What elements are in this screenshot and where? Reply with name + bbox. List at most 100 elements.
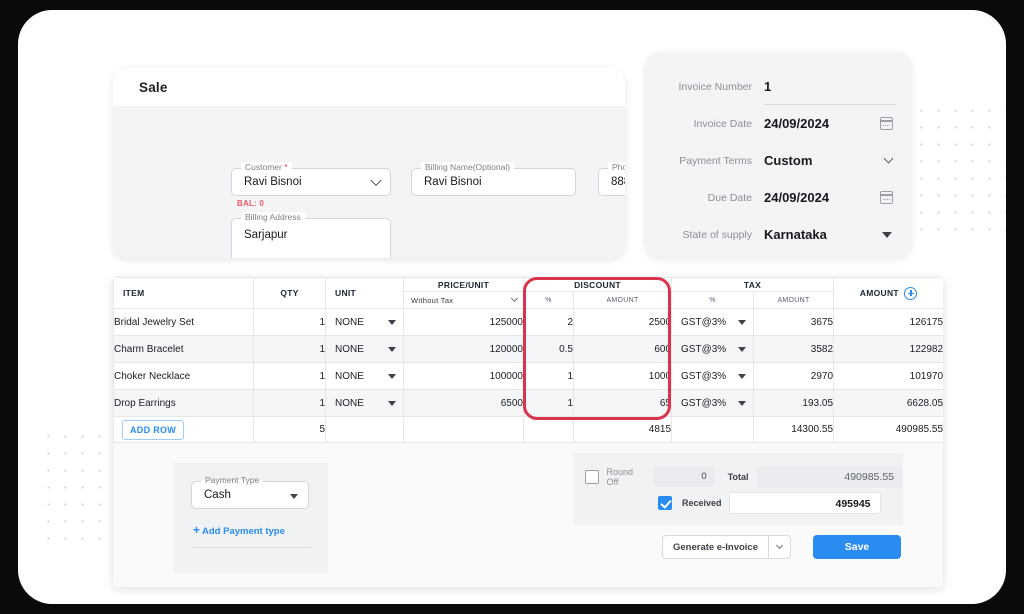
items-table-card: ITEM QTY UNIT PRICE/UNIT DISCOUNT TAX AM… (113, 277, 943, 587)
payment-type-label: Payment Type (201, 475, 264, 485)
triangle-down-icon[interactable] (738, 319, 747, 325)
received-row: Received 495945 (573, 491, 903, 515)
col-price-unit: PRICE/UNIT (403, 277, 524, 292)
cell-price[interactable]: 6500 (403, 389, 524, 417)
save-button[interactable]: Save (813, 535, 901, 559)
totals-unit-spacer (325, 416, 404, 443)
decorative-dot-grid-right (913, 102, 1006, 238)
cell-tax-amount: 3675 (753, 308, 835, 336)
invoice-number-label: Invoice Number (678, 80, 752, 93)
received-value-input[interactable]: 495945 (728, 492, 881, 514)
chevron-down-icon[interactable] (370, 174, 382, 187)
table-row[interactable]: Drop Earrings 1 NONE 6500 1 65 GST@3% 19… (113, 389, 943, 417)
round-off-input[interactable]: 0 (653, 467, 714, 487)
received-checkbox[interactable] (658, 496, 672, 510)
price-mode-select[interactable]: Without Tax (403, 291, 524, 309)
chevron-down-icon[interactable] (883, 153, 894, 164)
cell-price[interactable]: 100000 (403, 362, 524, 390)
cell-price[interactable]: 125000 (403, 308, 524, 336)
state-of-supply-select[interactable]: Karnataka (764, 216, 895, 253)
triangle-down-icon[interactable] (738, 373, 747, 379)
cell-unit[interactable]: NONE (325, 308, 404, 336)
generate-einvoice-dropdown[interactable] (769, 541, 790, 550)
calendar-icon[interactable] (879, 191, 894, 204)
triangle-down-icon[interactable] (388, 400, 396, 406)
cell-discount-amount[interactable]: 65 (572, 389, 673, 417)
cell-qty[interactable]: 1 (253, 308, 326, 336)
generate-einvoice-button[interactable]: Generate e-Invoice (661, 535, 791, 559)
cell-discount-pct[interactable]: 1 (523, 362, 574, 390)
billing-name-value: Ravi Bisnoi (424, 176, 482, 188)
due-date-label: Due Date (707, 191, 752, 204)
cell-item[interactable]: Bridal Jewelry Set (113, 308, 254, 336)
invoice-date-value: 24/09/2024 (764, 116, 830, 131)
cell-item[interactable]: Charm Bracelet (113, 335, 254, 363)
col-qty: QTY (253, 277, 326, 309)
cell-qty[interactable]: 1 (253, 335, 326, 363)
cell-discount-amount[interactable]: 2500 (572, 308, 673, 336)
payment-terms-row: Payment Terms Custom (656, 142, 895, 179)
cell-discount-amount[interactable]: 600 (572, 335, 673, 363)
calendar-icon[interactable] (879, 117, 894, 130)
invoice-details-card: Invoice Number 1 Invoice Date 24/09/2024… (646, 52, 911, 257)
customer-field[interactable]: Customer * Ravi Bisnoi (231, 162, 391, 196)
triangle-down-icon[interactable] (388, 319, 396, 325)
payment-type-select[interactable]: Payment Type Cash (191, 475, 309, 509)
cell-discount-pct[interactable]: 0.5 (523, 335, 574, 363)
col-amount: AMOUNT (833, 277, 943, 309)
add-payment-type-button[interactable]: + Add Payment type (193, 523, 285, 537)
total-qty: 5 (253, 416, 326, 443)
state-of-supply-label: State of supply (682, 228, 752, 241)
chevron-down-icon[interactable] (510, 294, 519, 302)
add-row-button[interactable]: ADD ROW (122, 419, 185, 440)
cell-tax-value: GST@3% (681, 343, 727, 355)
table-row[interactable]: Choker Necklace 1 NONE 100000 1 1000 GST… (113, 362, 943, 390)
cell-discount-pct[interactable]: 2 (523, 308, 574, 336)
cell-unit-value: NONE (335, 343, 364, 355)
billing-address-field[interactable]: Billing Address Sarjapur (231, 212, 391, 258)
cell-tax[interactable]: GST@3% (671, 335, 755, 363)
cell-tax[interactable]: GST@3% (671, 389, 755, 417)
cell-qty[interactable]: 1 (253, 362, 326, 390)
cell-item[interactable]: Choker Necklace (113, 362, 254, 390)
phone-field[interactable]: Phone No. 8880161394 (598, 162, 625, 196)
table-header-top: ITEM QTY UNIT PRICE/UNIT DISCOUNT TAX AM… (113, 277, 943, 309)
cell-tax[interactable]: GST@3% (671, 362, 755, 390)
table-row[interactable]: Bridal Jewelry Set 1 NONE 125000 2 2500 … (113, 308, 943, 336)
triangle-down-icon[interactable] (388, 373, 396, 379)
triangle-down-icon[interactable] (290, 494, 298, 499)
triangle-down-icon[interactable] (882, 231, 892, 238)
invoice-number-input[interactable]: 1 (764, 68, 895, 105)
invoice-date-input[interactable]: 24/09/2024 (764, 105, 895, 142)
invoice-number-row: Invoice Number 1 (656, 68, 895, 105)
cell-unit[interactable]: NONE (325, 335, 404, 363)
round-off-checkbox[interactable] (585, 470, 599, 484)
page-title: Sale (139, 79, 168, 95)
cell-price[interactable]: 120000 (403, 335, 524, 363)
triangle-down-icon[interactable] (388, 346, 396, 352)
cell-item[interactable]: Drop Earrings (113, 389, 254, 417)
sale-card: Sale Customer * Ravi Bisnoi BAL: 0 Billi… (113, 68, 625, 258)
customer-balance-text: BAL: 0 (237, 199, 264, 208)
billing-name-field[interactable]: Billing Name(Optional) Ravi Bisnoi (411, 162, 576, 196)
cell-unit-value: NONE (335, 397, 364, 409)
state-of-supply-row: State of supply Karnataka (656, 216, 895, 253)
totals-discount-pct-spacer (523, 416, 574, 443)
cell-unit[interactable]: NONE (325, 362, 404, 390)
billing-name-label: Billing Name(Optional) (421, 162, 515, 172)
cell-tax[interactable]: GST@3% (671, 308, 755, 336)
cell-tax-value: GST@3% (681, 370, 727, 382)
payment-terms-select[interactable]: Custom (764, 142, 895, 179)
due-date-input[interactable]: 24/09/2024 (764, 179, 895, 216)
table-row[interactable]: Charm Bracelet 1 NONE 120000 0.5 600 GST… (113, 335, 943, 363)
cell-qty[interactable]: 1 (253, 389, 326, 417)
totals-price-spacer (403, 416, 524, 443)
triangle-down-icon[interactable] (738, 346, 747, 352)
cell-amount: 122982 (833, 335, 943, 363)
cell-unit[interactable]: NONE (325, 389, 404, 417)
plus-circle-icon[interactable] (904, 286, 918, 300)
triangle-down-icon[interactable] (738, 400, 747, 406)
cell-discount-amount[interactable]: 1000 (572, 362, 673, 390)
cell-discount-pct[interactable]: 1 (523, 389, 574, 417)
add-row-cell[interactable]: ADD ROW (113, 416, 254, 443)
